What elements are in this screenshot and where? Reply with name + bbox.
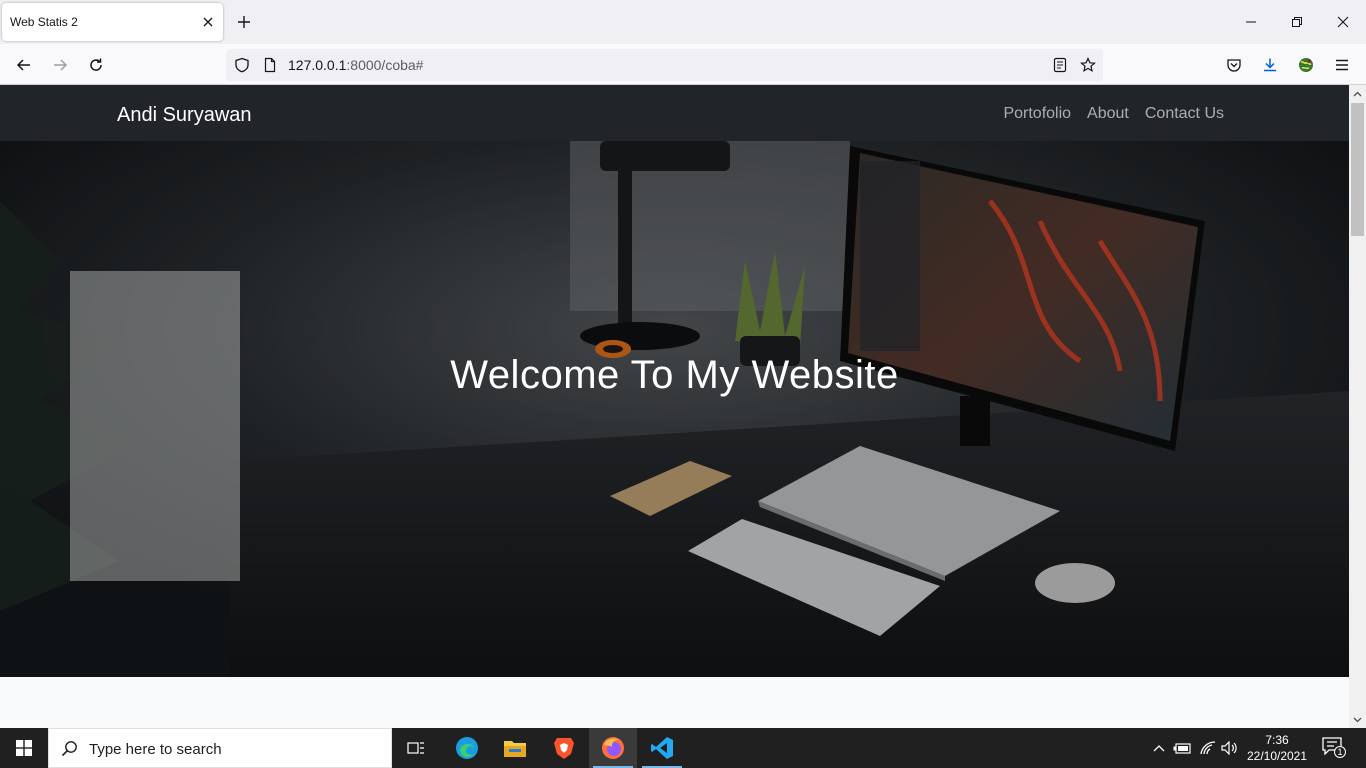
volume-icon[interactable]	[1221, 740, 1239, 756]
page-icon[interactable]	[262, 57, 278, 73]
hero-background-image	[0, 141, 1349, 677]
vscode-icon	[650, 736, 674, 760]
folder-icon	[503, 737, 527, 759]
search-icon	[61, 740, 78, 757]
scroll-thumb[interactable]	[1351, 103, 1364, 236]
start-button[interactable]	[0, 728, 48, 768]
battery-icon[interactable]	[1173, 740, 1191, 756]
task-view-icon	[407, 740, 425, 756]
site-navbar: Andi Suryawan Portofolio About Contact U…	[0, 85, 1349, 141]
reload-button[interactable]	[82, 51, 110, 79]
taskbar-clock[interactable]: 7:36 22/10/2021	[1242, 732, 1312, 764]
wifi-icon[interactable]	[1199, 740, 1217, 756]
url-host: 127.0.0.1	[288, 57, 347, 73]
site-brand[interactable]: Andi Suryawan	[117, 104, 252, 127]
extension-button[interactable]	[1292, 51, 1320, 79]
site-nav-links: Portofolio About Contact Us	[1003, 105, 1224, 123]
notification-count-badge: 1	[1334, 746, 1346, 758]
clock-time: 7:36	[1265, 733, 1289, 747]
task-view-button[interactable]	[392, 728, 440, 768]
plus-icon	[236, 14, 252, 30]
windows-taskbar: Type here to search 7:36 22/10/2021 1	[0, 728, 1366, 768]
hero-section: Welcome To My Website	[0, 141, 1349, 677]
hero-title: Welcome To My Website	[450, 353, 899, 397]
reload-icon	[88, 57, 104, 73]
url-text: 127.0.0.1:8000/coba#	[288, 57, 423, 73]
pocket-icon	[1226, 57, 1242, 73]
windows-logo-icon	[16, 740, 32, 756]
url-bar[interactable]: 127.0.0.1:8000/coba#	[226, 49, 1103, 81]
scroll-down-button[interactable]	[1349, 711, 1366, 728]
edge-icon	[455, 736, 479, 760]
page-viewport: Andi Suryawan Portofolio About Contact U…	[0, 85, 1349, 728]
forward-arrow-icon	[52, 57, 68, 73]
show-hidden-icons-chevron-icon[interactable]	[1150, 740, 1168, 756]
minimize-button[interactable]	[1228, 0, 1274, 44]
minimize-icon	[1245, 16, 1257, 28]
clock-date: 22/10/2021	[1246, 749, 1308, 763]
scroll-up-button[interactable]	[1349, 85, 1366, 102]
close-window-button[interactable]	[1320, 0, 1366, 44]
extension-globe-icon	[1297, 56, 1315, 74]
search-placeholder: Type here to search	[89, 741, 222, 758]
downloads-button[interactable]	[1256, 51, 1284, 79]
restore-icon	[1291, 16, 1303, 28]
browser-toolbar: 127.0.0.1:8000/coba#	[0, 44, 1366, 85]
forward-button[interactable]	[46, 51, 74, 79]
taskbar-app-file-explorer[interactable]	[491, 728, 539, 768]
page-scrollbar[interactable]	[1349, 85, 1366, 728]
chevron-down-icon	[1353, 717, 1362, 723]
taskbar-search-box[interactable]: Type here to search	[48, 728, 392, 768]
taskbar-app-vscode[interactable]	[638, 728, 686, 768]
close-icon	[1337, 16, 1349, 28]
pocket-button[interactable]	[1220, 51, 1248, 79]
back-button[interactable]	[10, 51, 38, 79]
hamburger-menu-icon	[1334, 57, 1350, 73]
url-path: :8000/coba#	[346, 57, 424, 73]
taskbar-app-brave[interactable]	[540, 728, 588, 768]
chevron-up-icon	[1353, 91, 1362, 97]
browser-tab-strip: Web Statis 2	[0, 0, 1366, 44]
new-tab-button[interactable]	[232, 10, 256, 34]
brave-lion-icon	[553, 736, 575, 760]
bookmark-star-icon[interactable]	[1080, 57, 1096, 73]
shield-icon[interactable]	[234, 57, 250, 73]
nav-link-contact[interactable]: Contact Us	[1145, 105, 1224, 123]
firefox-icon	[601, 736, 625, 760]
download-icon	[1262, 57, 1278, 73]
taskbar-app-edge[interactable]	[443, 728, 491, 768]
reader-view-icon[interactable]	[1052, 57, 1068, 73]
app-menu-button[interactable]	[1328, 51, 1356, 79]
close-tab-icon[interactable]	[201, 15, 215, 29]
nav-link-about[interactable]: About	[1087, 105, 1129, 123]
taskbar-app-firefox[interactable]	[589, 728, 637, 768]
back-arrow-icon	[16, 57, 32, 73]
tab-title: Web Statis 2	[10, 15, 78, 29]
action-center-button[interactable]: 1	[1322, 737, 1346, 759]
restore-button[interactable]	[1274, 0, 1320, 44]
browser-tab[interactable]: Web Statis 2	[2, 3, 223, 41]
nav-link-portofolio[interactable]: Portofolio	[1003, 105, 1071, 123]
